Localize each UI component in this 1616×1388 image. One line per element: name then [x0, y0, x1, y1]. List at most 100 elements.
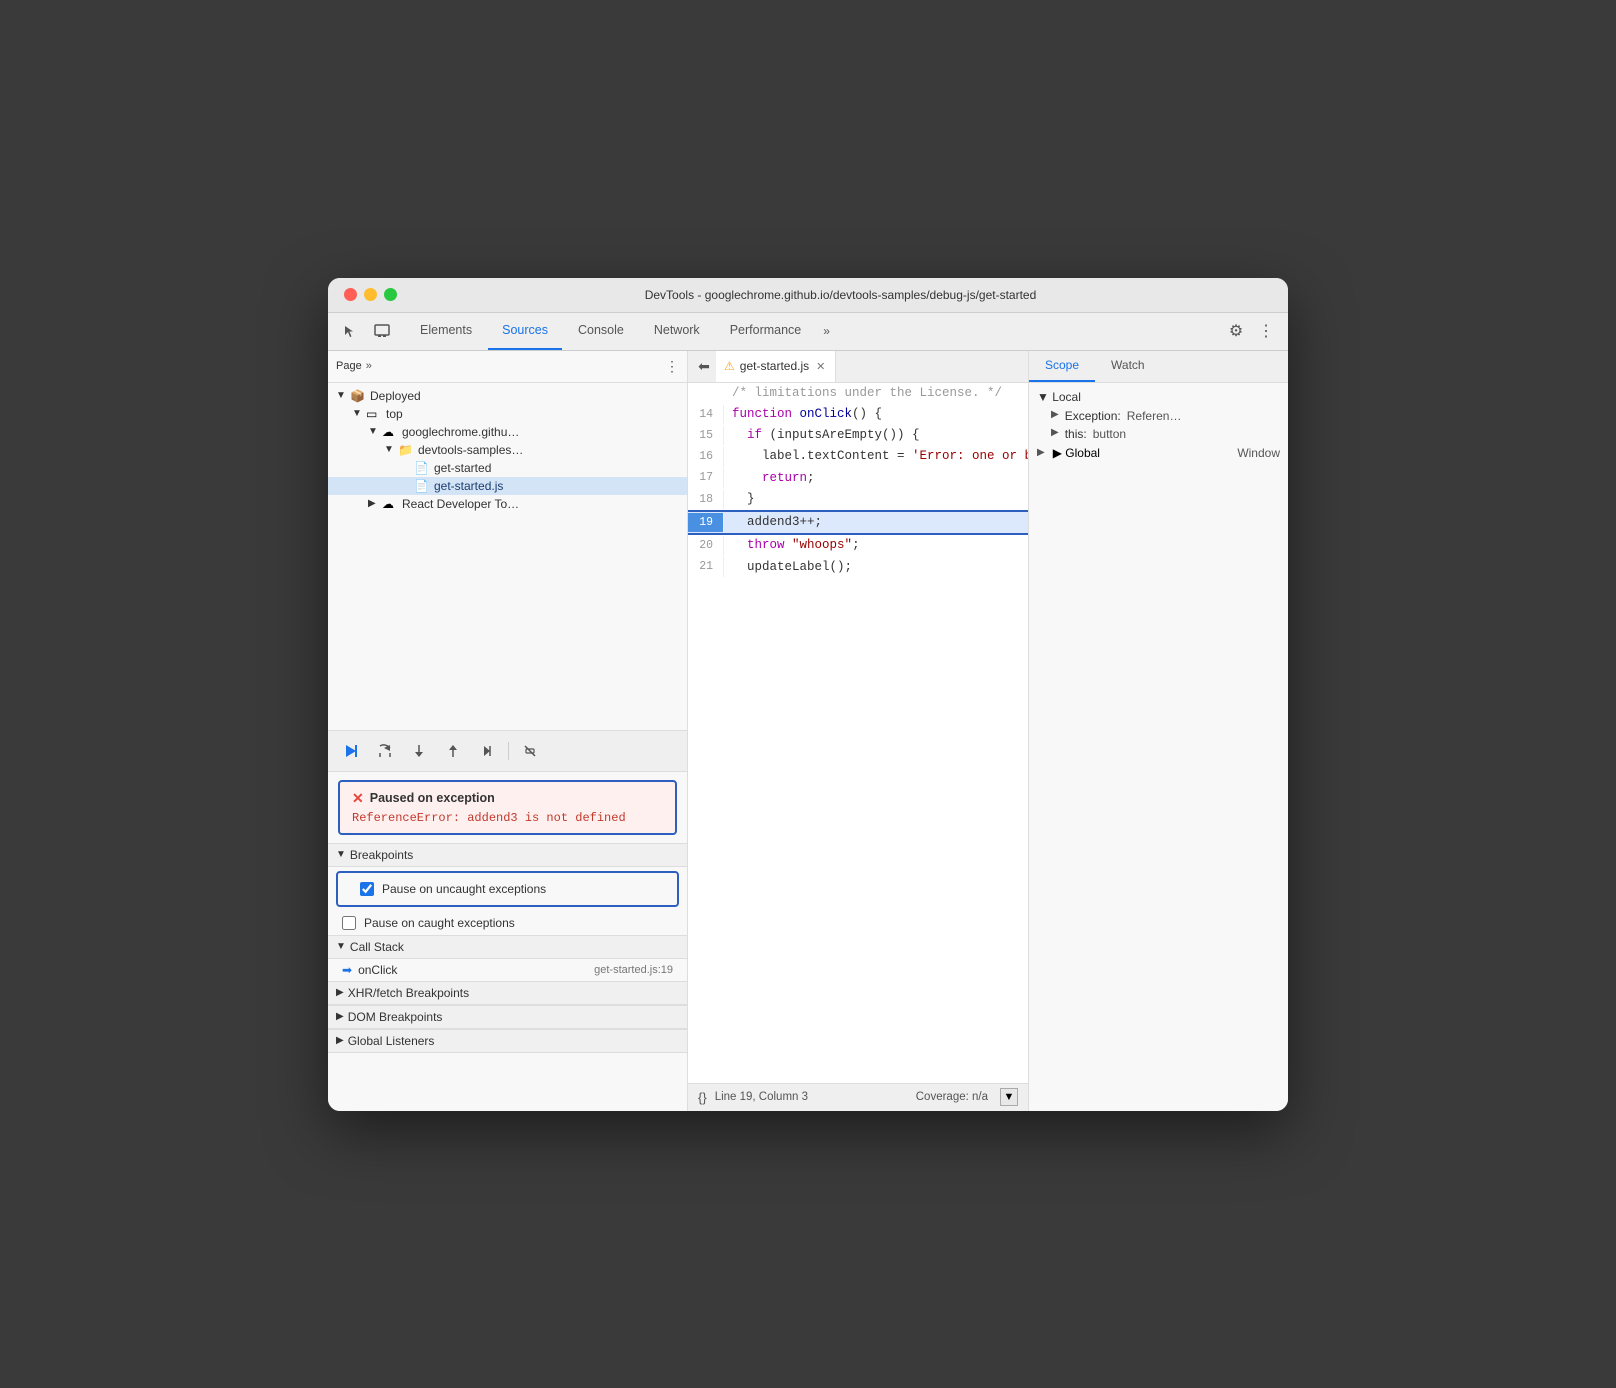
- scope-exception-item[interactable]: ▶ Exception: Referen…: [1029, 407, 1288, 425]
- deactivate-breakpoints-button[interactable]: [517, 738, 543, 764]
- sidebar-menu-button[interactable]: ⋮: [665, 358, 679, 375]
- tab-performance[interactable]: Performance: [716, 312, 816, 350]
- device-icon[interactable]: [368, 317, 396, 345]
- coverage-button[interactable]: ▼: [1000, 1088, 1018, 1106]
- pause-uncaught-container: Pause on uncaught exceptions: [336, 871, 679, 907]
- file-tree: ▼ 📦 Deployed ▼ ▭ top ▼ ☁ googlechrome.gi…: [328, 383, 687, 730]
- call-stack-label: Call Stack: [350, 940, 404, 954]
- package-icon: 📦: [350, 389, 366, 403]
- tree-arrow: ▼: [384, 444, 398, 455]
- cursor-icon[interactable]: [336, 317, 364, 345]
- step-into-button[interactable]: [406, 738, 432, 764]
- tree-label-deployed: Deployed: [370, 389, 421, 403]
- tree-item-get-started[interactable]: 📄 get-started: [328, 459, 687, 477]
- scope-this-key: this:: [1065, 427, 1087, 441]
- sidebar-more[interactable]: »: [366, 360, 372, 372]
- scope-this-arrow[interactable]: ▶: [1051, 427, 1059, 441]
- pretty-print-button[interactable]: {}: [698, 1090, 707, 1105]
- pause-caught-row[interactable]: Pause on caught exceptions: [328, 911, 687, 935]
- scope-local-section[interactable]: ▼ Local: [1029, 387, 1288, 407]
- call-stack-item-location: get-started.js:19: [594, 964, 673, 976]
- tree-item-get-started-js[interactable]: 📄 get-started.js: [328, 477, 687, 495]
- tree-item-top[interactable]: ▼ ▭ top: [328, 405, 687, 423]
- code-line-18[interactable]: 18 }: [688, 489, 1028, 510]
- scope-tab-watch[interactable]: Watch: [1095, 351, 1161, 382]
- step-button[interactable]: [474, 738, 500, 764]
- scope-exception-key: Exception:: [1065, 409, 1121, 423]
- minimize-button[interactable]: [364, 288, 377, 301]
- code-line-15[interactable]: 15 if (inputsAreEmpty()) {: [688, 425, 1028, 446]
- cloud-icon: ☁: [382, 425, 398, 439]
- scope-global-section[interactable]: ▶ ▶ Global Window: [1029, 443, 1288, 463]
- scope-this-item[interactable]: ▶ this: button: [1029, 425, 1288, 443]
- title-bar: DevTools - googlechrome.github.io/devtoo…: [328, 278, 1288, 313]
- step-over-button[interactable]: [372, 738, 398, 764]
- tree-arrow: ▼: [336, 390, 350, 401]
- dom-arrow: ▶: [336, 1011, 344, 1022]
- js-file-icon: 📄: [414, 479, 430, 493]
- tree-arrow: ▼: [352, 408, 366, 419]
- exception-title: ✕ Paused on exception: [352, 790, 663, 807]
- tree-item-deployed[interactable]: ▼ 📦 Deployed: [328, 387, 687, 405]
- xhr-label: XHR/fetch Breakpoints: [348, 986, 469, 1000]
- cursor-position: Line 19, Column 3: [715, 1091, 908, 1103]
- pause-caught-checkbox[interactable]: [342, 916, 356, 930]
- code-line-17[interactable]: 17 return;: [688, 468, 1028, 489]
- main-content: Page » ⋮ ▼ 📦 Deployed ▼ ▭ top: [328, 351, 1288, 1111]
- step-out-button[interactable]: [440, 738, 466, 764]
- code-line-21[interactable]: 21 updateLabel();: [688, 557, 1028, 578]
- editor-tab-get-started-js[interactable]: ⚠ get-started.js ✕: [716, 351, 836, 383]
- tab-elements[interactable]: Elements: [406, 312, 486, 350]
- call-stack-item-onclick[interactable]: ➡ onClick get-started.js:19: [328, 959, 687, 981]
- scope-tab-scope[interactable]: Scope: [1029, 351, 1095, 382]
- window-controls: [344, 288, 397, 301]
- editor-tab-close[interactable]: ✕: [814, 360, 827, 373]
- warning-icon: ⚠: [724, 359, 735, 373]
- tree-label-top: top: [386, 407, 403, 421]
- editor-back-button[interactable]: ⬅: [692, 354, 716, 378]
- call-stack-item-name: onClick: [358, 963, 588, 977]
- scope-global-arrow[interactable]: ▶: [1037, 447, 1045, 458]
- dom-label: DOM Breakpoints: [348, 1010, 443, 1024]
- code-line-19[interactable]: 19 addend3++;: [688, 510, 1028, 535]
- pause-caught-label: Pause on caught exceptions: [364, 916, 515, 930]
- code-area[interactable]: /* limitations under the License. */ 14 …: [688, 383, 1028, 1083]
- sidebar-page-label: Page: [336, 360, 362, 372]
- pause-uncaught-checkbox[interactable]: [360, 882, 374, 896]
- call-stack-section-header[interactable]: ▼ Call Stack: [328, 935, 687, 959]
- scope-content: ▼ Local ▶ Exception: Referen… ▶ this: bu…: [1029, 383, 1288, 1111]
- resume-button[interactable]: [338, 738, 364, 764]
- more-button[interactable]: ⋮: [1252, 317, 1280, 345]
- scope-this-val: button: [1093, 427, 1126, 441]
- coverage-text: Coverage: n/a: [916, 1091, 988, 1103]
- code-line-20[interactable]: 20 throw "whoops";: [688, 535, 1028, 556]
- error-icon: ✕: [352, 790, 364, 807]
- tree-label-get-started: get-started: [434, 461, 491, 475]
- xhr-section-header[interactable]: ▶ XHR/fetch Breakpoints: [328, 981, 687, 1005]
- global-listeners-arrow: ▶: [336, 1035, 344, 1046]
- breakpoints-arrow: ▼: [336, 849, 346, 860]
- code-line-top: /* limitations under the License. */: [688, 383, 1028, 404]
- global-listeners-section-header[interactable]: ▶ Global Listeners: [328, 1029, 687, 1053]
- scope-exception-val: Referen…: [1127, 409, 1182, 423]
- pause-uncaught-row[interactable]: Pause on uncaught exceptions: [346, 877, 669, 901]
- exception-title-text: Paused on exception: [370, 791, 495, 805]
- scope-exception-arrow[interactable]: ▶: [1051, 409, 1059, 423]
- tree-item-devtools-samples[interactable]: ▼ 📁 devtools-samples…: [328, 441, 687, 459]
- tree-item-googlechrome[interactable]: ▼ ☁ googlechrome.githu…: [328, 423, 687, 441]
- file-icon: 📄: [414, 461, 430, 475]
- tab-sources[interactable]: Sources: [488, 312, 562, 350]
- code-line-14[interactable]: 14 function onClick() {: [688, 404, 1028, 425]
- tree-item-react-devtools[interactable]: ▶ ☁ React Developer To…: [328, 495, 687, 513]
- code-line-16[interactable]: 16 label.textContent = 'Error: one or bo…: [688, 446, 1028, 467]
- settings-button[interactable]: ⚙: [1222, 317, 1250, 345]
- tab-network[interactable]: Network: [640, 312, 714, 350]
- dom-section-header[interactable]: ▶ DOM Breakpoints: [328, 1005, 687, 1029]
- tab-more-button[interactable]: »: [817, 324, 836, 338]
- breakpoints-section-header[interactable]: ▼ Breakpoints: [328, 843, 687, 867]
- tree-arrow: ▶: [368, 498, 382, 509]
- maximize-button[interactable]: [384, 288, 397, 301]
- close-button[interactable]: [344, 288, 357, 301]
- tab-console[interactable]: Console: [564, 312, 638, 350]
- scope-tabs: Scope Watch: [1029, 351, 1288, 383]
